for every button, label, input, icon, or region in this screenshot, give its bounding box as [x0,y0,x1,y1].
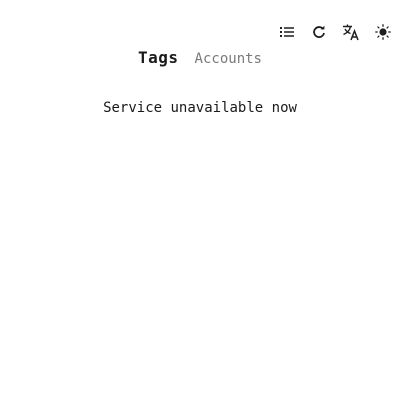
theme-sun-icon [375,24,391,40]
app-root: Tags Accounts Service unavailable now [0,0,400,400]
tab-tags[interactable]: Tags [138,48,179,67]
refresh-icon [312,25,326,39]
tab-accounts[interactable]: Accounts [195,51,262,67]
status-message: Service unavailable now [103,100,297,116]
refresh-button[interactable] [310,22,328,42]
language-button[interactable] [342,22,360,42]
toolbar [278,22,392,42]
theme-toggle-button[interactable] [374,22,392,42]
tab-bar: Tags Accounts [0,48,400,67]
list-view-button[interactable] [278,22,296,42]
list-icon [280,26,294,38]
translate-icon [342,23,360,41]
